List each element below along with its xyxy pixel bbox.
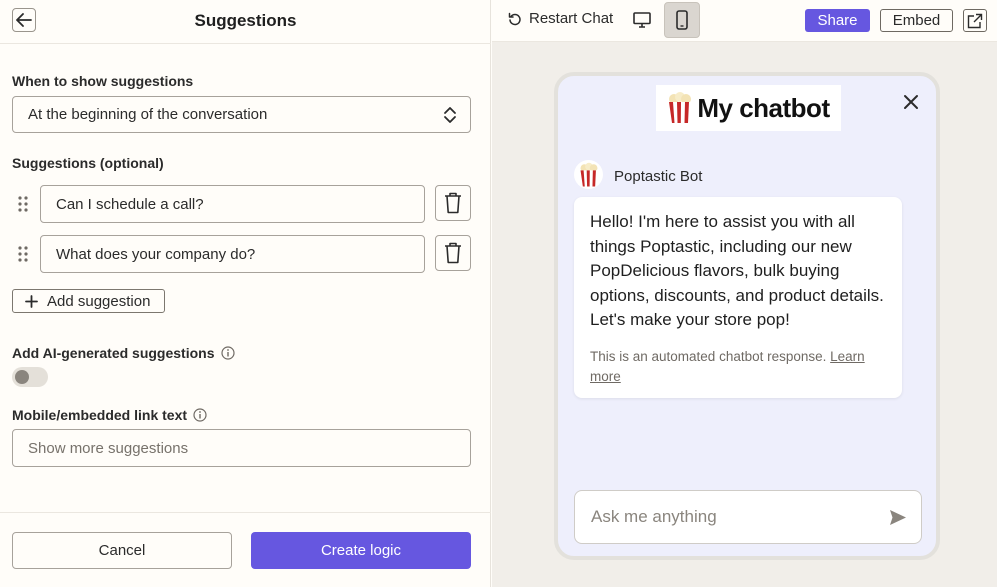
plus-icon — [25, 294, 38, 308]
chatbot-preview: My chatbot Poptastic Bot Hello! I'm here… — [554, 72, 940, 560]
popcorn-icon — [669, 92, 692, 123]
suggestions-label: Suggestions (optional) — [12, 155, 164, 171]
delete-suggestion-button[interactable] — [435, 235, 471, 271]
mobile-link-input[interactable]: Show more suggestions — [12, 429, 471, 467]
delete-suggestion-button[interactable] — [435, 185, 471, 221]
chevron-updown-icon — [444, 107, 456, 123]
suggestion-value: What does your company do? — [56, 245, 256, 263]
preview-panel: Restart Chat Share Embed My chatbot Popt… — [492, 0, 997, 587]
ai-suggestions-toggle[interactable] — [12, 367, 48, 387]
embed-button[interactable]: Embed — [880, 9, 953, 32]
close-icon[interactable] — [903, 94, 919, 110]
external-link-icon — [967, 13, 983, 28]
mobile-link-label-text: Mobile/embedded link text — [12, 407, 188, 423]
divider — [0, 512, 491, 513]
ai-suggestions-label: Add AI-generated suggestions — [12, 345, 235, 361]
ai-suggestions-label-text: Add AI-generated suggestions — [12, 345, 215, 361]
when-select[interactable]: At the beginning of the conversation — [12, 96, 471, 133]
mobile-view-button[interactable] — [664, 2, 700, 38]
info-icon[interactable] — [220, 346, 235, 360]
mobile-icon — [676, 10, 688, 30]
open-external-button[interactable] — [963, 9, 987, 32]
chat-input[interactable]: Ask me anything — [574, 490, 922, 544]
mobile-link-placeholder: Show more suggestions — [28, 439, 189, 457]
suggestion-input[interactable]: Can I schedule a call? — [40, 185, 425, 223]
preview-toolbar: Restart Chat Share Embed — [492, 0, 997, 42]
cancel-button[interactable]: Cancel — [12, 532, 232, 569]
mobile-link-label: Mobile/embedded link text — [12, 407, 207, 423]
drag-handle-icon[interactable] — [17, 245, 29, 263]
when-label: When to show suggestions — [12, 73, 194, 89]
suggestion-input[interactable]: What does your company do? — [40, 235, 425, 273]
restart-icon — [508, 12, 521, 25]
chatbot-logo: My chatbot — [656, 85, 841, 131]
info-icon[interactable] — [193, 408, 207, 422]
send-icon[interactable] — [889, 509, 907, 526]
restart-chat-label: Restart Chat — [529, 10, 614, 27]
drag-handle-icon[interactable] — [17, 195, 29, 213]
trash-icon — [445, 242, 461, 264]
desktop-icon — [633, 12, 651, 28]
popcorn-icon — [580, 162, 597, 187]
add-suggestion-label: Add suggestion — [47, 292, 151, 310]
desktop-view-button[interactable] — [624, 2, 660, 38]
create-logic-button[interactable]: Create logic — [251, 532, 471, 569]
panel-header: Suggestions — [0, 0, 491, 44]
add-suggestion-button[interactable]: Add suggestion — [12, 289, 165, 313]
toggle-knob — [15, 370, 29, 384]
when-select-value: At the beginning of the conversation — [28, 106, 268, 123]
suggestions-panel: Suggestions When to show suggestions At … — [0, 0, 491, 587]
trash-icon — [445, 192, 461, 214]
bot-avatar — [574, 160, 603, 189]
bot-name: Poptastic Bot — [614, 168, 703, 185]
automated-note-text: This is an automated chatbot response. — [590, 348, 827, 364]
restart-chat-button[interactable]: Restart Chat — [508, 10, 613, 27]
page-title: Suggestions — [194, 11, 297, 30]
chatbot-logo-text: My chatbot — [697, 92, 830, 123]
bot-message-bubble: Hello! I'm here to assist you with all t… — [574, 197, 902, 398]
bot-message: Hello! I'm here to assist you with all t… — [590, 212, 884, 330]
suggestion-value: Can I schedule a call? — [56, 195, 204, 213]
share-button[interactable]: Share — [805, 9, 870, 32]
automated-note: This is an automated chatbot response. L… — [590, 347, 886, 387]
chat-input-placeholder: Ask me anything — [591, 507, 717, 526]
